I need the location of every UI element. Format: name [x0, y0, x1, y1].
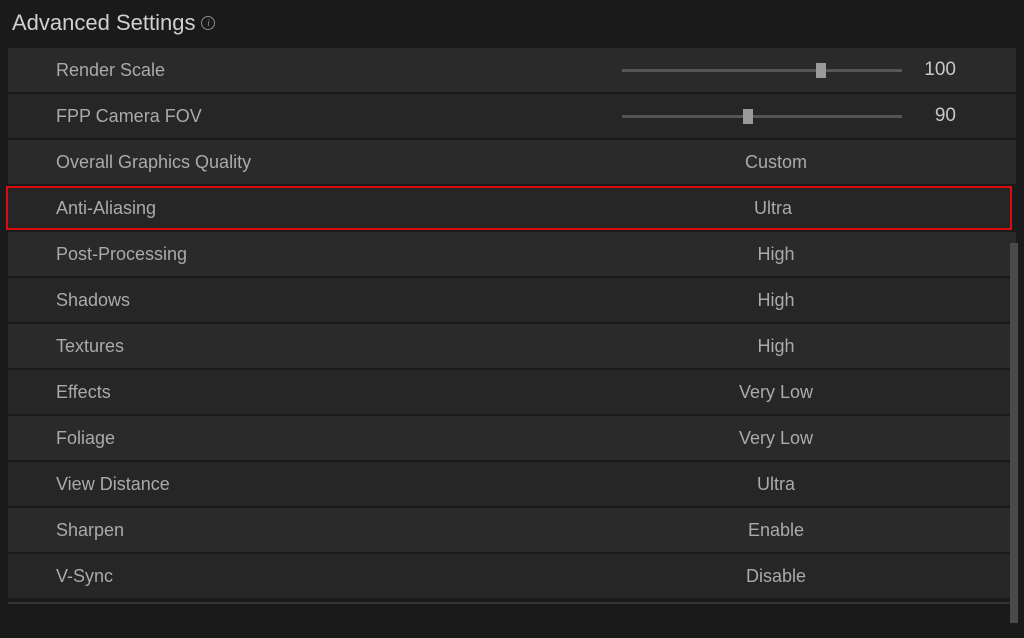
setting-value: Very Low — [739, 382, 813, 403]
setting-value-area[interactable]: High — [576, 244, 1016, 265]
setting-value-area[interactable]: Disable — [576, 566, 1016, 587]
setting-value: High — [757, 336, 794, 357]
setting-value-area: 90 — [576, 105, 1016, 127]
setting-label: V-Sync — [56, 566, 576, 587]
setting-row-fpp-camera-fov[interactable]: FPP Camera FOV 90 — [8, 94, 1016, 138]
slider-thumb[interactable] — [743, 109, 753, 124]
slider-thumb[interactable] — [816, 63, 826, 78]
setting-value: Ultra — [757, 474, 795, 495]
setting-value-area[interactable]: Enable — [576, 520, 1016, 541]
setting-value-area[interactable]: Very Low — [576, 428, 1016, 449]
setting-value: Enable — [748, 520, 804, 541]
setting-value-area[interactable]: Very Low — [576, 382, 1016, 403]
setting-label: Textures — [56, 336, 576, 357]
bottom-divider — [8, 602, 1016, 604]
setting-row-foliage[interactable]: Foliage Very Low — [8, 416, 1016, 460]
setting-row-render-scale[interactable]: Render Scale 100 — [8, 48, 1016, 92]
setting-value: High — [757, 290, 794, 311]
slider-value: 90 — [920, 105, 956, 127]
setting-row-view-distance[interactable]: View Distance Ultra — [8, 462, 1016, 506]
setting-row-vsync[interactable]: V-Sync Disable — [8, 554, 1016, 598]
slider-render-scale[interactable]: 100 — [576, 59, 976, 81]
setting-value-area[interactable]: Custom — [576, 152, 1016, 173]
setting-label: Post-Processing — [56, 244, 576, 265]
setting-row-post-processing[interactable]: Post-Processing High — [8, 232, 1016, 276]
setting-label: Anti-Aliasing — [56, 198, 576, 219]
setting-value: High — [757, 244, 794, 265]
setting-value: Disable — [746, 566, 806, 587]
setting-value: Ultra — [754, 198, 792, 219]
info-icon[interactable]: i — [201, 16, 215, 30]
setting-value: Very Low — [739, 428, 813, 449]
setting-row-overall-graphics[interactable]: Overall Graphics Quality Custom — [8, 140, 1016, 184]
slider-track[interactable] — [622, 115, 902, 118]
advanced-settings-header: Advanced Settings i — [8, 10, 1016, 48]
setting-value: Custom — [745, 152, 807, 173]
setting-label: Effects — [56, 382, 576, 403]
setting-label: FPP Camera FOV — [56, 106, 576, 127]
setting-value-area: 100 — [576, 59, 1016, 81]
scrollbar[interactable] — [1010, 243, 1018, 623]
setting-label: Foliage — [56, 428, 576, 449]
setting-label: Render Scale — [56, 60, 576, 81]
page-title: Advanced Settings — [12, 10, 195, 36]
setting-value-area[interactable]: High — [576, 336, 1016, 357]
slider-track[interactable] — [622, 69, 902, 72]
setting-row-effects[interactable]: Effects Very Low — [8, 370, 1016, 414]
setting-row-shadows[interactable]: Shadows High — [8, 278, 1016, 322]
slider-fpp-fov[interactable]: 90 — [576, 105, 976, 127]
setting-label: View Distance — [56, 474, 576, 495]
setting-label: Shadows — [56, 290, 576, 311]
settings-list: Render Scale 100 FPP Camera FOV 90 Overa… — [8, 48, 1016, 604]
setting-value-area[interactable]: Ultra — [576, 198, 1010, 219]
setting-row-sharpen[interactable]: Sharpen Enable — [8, 508, 1016, 552]
setting-row-textures[interactable]: Textures High — [8, 324, 1016, 368]
setting-label: Sharpen — [56, 520, 576, 541]
setting-row-anti-aliasing[interactable]: Anti-Aliasing Ultra — [6, 186, 1012, 230]
setting-value-area[interactable]: Ultra — [576, 474, 1016, 495]
slider-value: 100 — [920, 59, 956, 81]
setting-value-area[interactable]: High — [576, 290, 1016, 311]
setting-label: Overall Graphics Quality — [56, 152, 576, 173]
